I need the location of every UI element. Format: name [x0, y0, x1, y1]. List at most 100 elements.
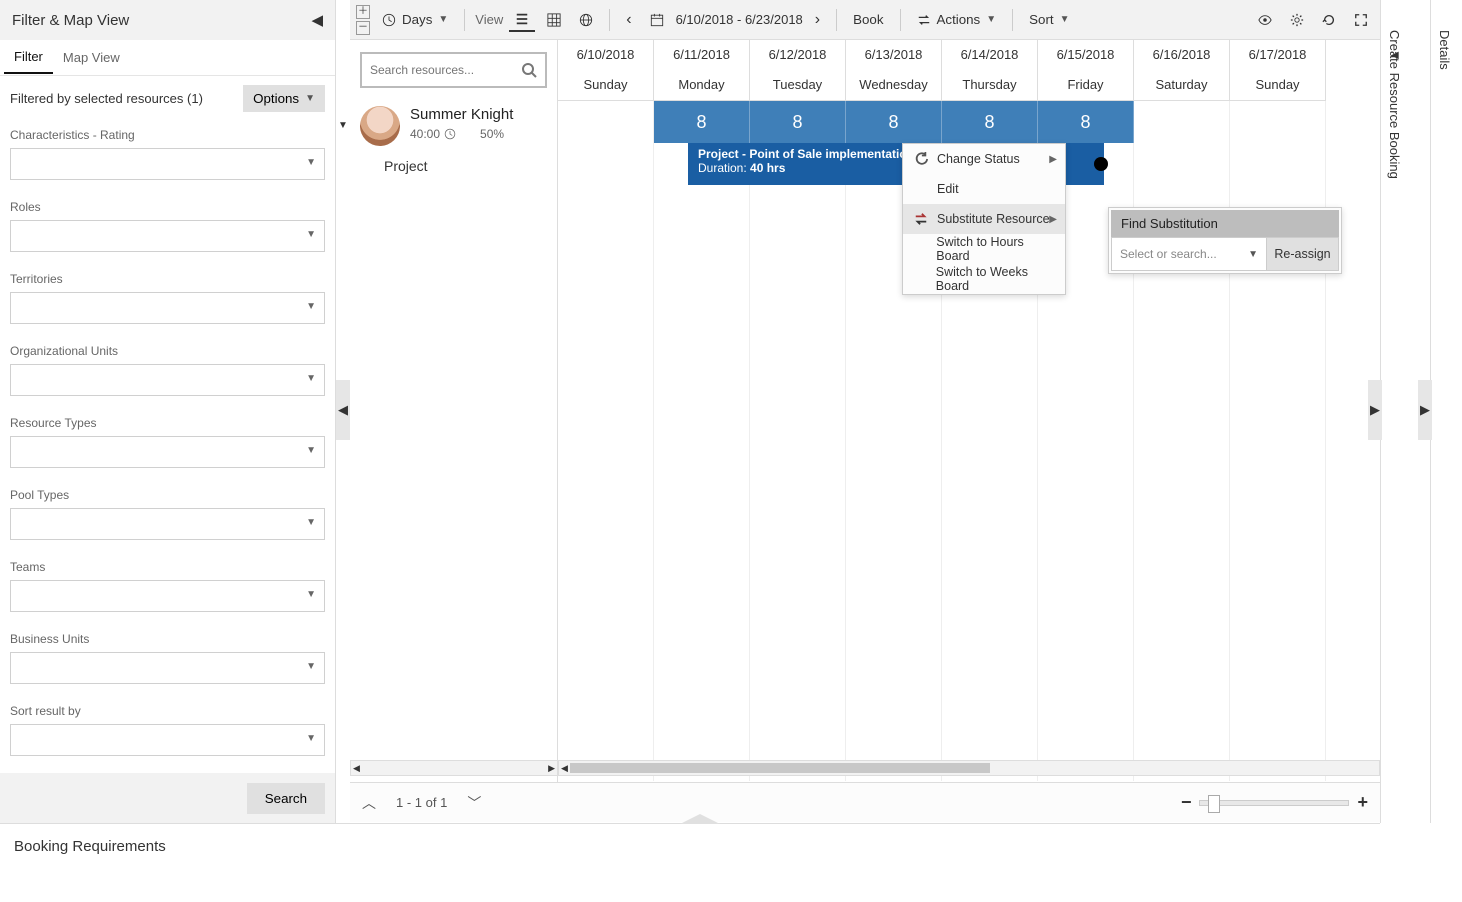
- fullscreen-button[interactable]: [1348, 9, 1374, 31]
- eye-icon: [1258, 13, 1272, 27]
- search-icon[interactable]: [521, 62, 537, 78]
- col-date: 6/12/2018: [750, 40, 845, 70]
- roles-select[interactable]: [10, 220, 325, 252]
- territories-select[interactable]: [10, 292, 325, 324]
- resource-info: Summer Knight 40:00 50%: [410, 106, 513, 141]
- filter-panel-title: Filter & Map View: [12, 12, 129, 29]
- right-collapse-handle-2[interactable]: ▶: [1418, 380, 1432, 440]
- menu-change-status[interactable]: Change Status ▶: [903, 144, 1065, 174]
- menu-switch-hours[interactable]: Switch to Hours Board: [903, 234, 1065, 264]
- collapse-all-icon[interactable]: －: [356, 21, 370, 35]
- pool-types-select[interactable]: [10, 508, 325, 540]
- book-button[interactable]: Book: [847, 8, 889, 31]
- view-map-button[interactable]: [573, 9, 599, 31]
- visibility-button[interactable]: [1252, 9, 1278, 31]
- sort-dropdown[interactable]: Sort ▼: [1023, 8, 1075, 31]
- separator: [1012, 9, 1013, 31]
- settings-button[interactable]: [1284, 9, 1310, 31]
- col-dow: Wednesday: [846, 70, 941, 100]
- schedule-sheet: ▼ Summer Knight 40:00 50% Project: [350, 40, 1380, 782]
- col-dow: Monday: [654, 70, 749, 100]
- create-booking-panel-collapsed[interactable]: ◀ Create Resource Booking: [1380, 0, 1412, 823]
- zoom-slider[interactable]: [1199, 800, 1349, 806]
- filter-label: Organizational Units: [10, 344, 325, 358]
- booking-duration-label: Duration:: [698, 161, 750, 175]
- substitute-select[interactable]: Select or search... ▼: [1111, 237, 1267, 271]
- left-collapse-handle[interactable]: ◀: [336, 380, 350, 440]
- tab-filter[interactable]: Filter: [4, 41, 53, 74]
- right-collapse-handle-1[interactable]: ▶: [1368, 380, 1382, 440]
- nav-prev-button[interactable]: ‹: [620, 7, 637, 33]
- menu-edit[interactable]: Edit: [903, 174, 1065, 204]
- col-dow: Thursday: [942, 70, 1037, 100]
- zoom-out-icon[interactable]: −: [1181, 792, 1192, 813]
- resource-hscroll[interactable]: ◀▶: [350, 760, 558, 776]
- sheet-footer: ︿ 1 - 1 of 1 ﹀ − +: [350, 782, 1380, 822]
- allocation-cell[interactable]: 8: [750, 101, 846, 143]
- view-list-button[interactable]: [509, 8, 535, 32]
- resource-row[interactable]: ▼ Summer Knight 40:00 50%: [350, 100, 557, 152]
- time-scale-label: Days: [402, 12, 432, 27]
- calendar-hscroll[interactable]: ◀: [558, 760, 1380, 776]
- options-button[interactable]: Options ▼: [243, 85, 325, 112]
- chevron-right-icon: ▶: [1049, 154, 1057, 165]
- board-toolbar: ＋ － Days ▼ View ‹ 6/10/2018 - 6/23/2018 …: [350, 0, 1380, 40]
- expand-icon: [1354, 13, 1368, 27]
- refresh-icon: [1322, 13, 1336, 27]
- search-input[interactable]: [370, 63, 510, 77]
- booking-handle[interactable]: [1094, 157, 1108, 171]
- time-scale-dropdown[interactable]: Days ▼: [376, 8, 454, 31]
- resource-utilization: 50%: [480, 127, 504, 141]
- filter-label: Roles: [10, 200, 325, 214]
- col-date: 6/11/2018: [654, 40, 749, 70]
- menu-substitute-resource[interactable]: Substitute Resource ▶: [903, 204, 1065, 234]
- context-menu: Change Status ▶ Edit Substitute Resource…: [902, 143, 1066, 295]
- list-icon: [515, 12, 529, 26]
- col-date: 6/14/2018: [942, 40, 1037, 70]
- refresh-button[interactable]: [1316, 9, 1342, 31]
- teams-select[interactable]: [10, 580, 325, 612]
- pager-next[interactable]: ﹀: [467, 793, 481, 813]
- view-label: View: [475, 12, 503, 27]
- scroll-thumb[interactable]: [570, 763, 990, 773]
- caret-down-icon: ▼: [1060, 14, 1070, 25]
- resource-types-select[interactable]: [10, 436, 325, 468]
- menu-switch-weeks[interactable]: Switch to Weeks Board: [903, 264, 1065, 294]
- separator: [836, 9, 837, 31]
- zoom-thumb[interactable]: [1208, 795, 1220, 813]
- filter-label: Territories: [10, 272, 325, 286]
- allocation-cell[interactable]: 8: [654, 101, 750, 143]
- tab-map-view[interactable]: Map View: [53, 42, 130, 73]
- nav-next-button[interactable]: ›: [809, 7, 826, 33]
- calendar-body[interactable]: 8 8 8 8 8 Project - Point of Sale implem…: [558, 101, 1380, 781]
- menu-label: Substitute Resource: [937, 212, 1050, 226]
- col-dow: Saturday: [1134, 70, 1229, 100]
- booking-requirements-bar[interactable]: Booking Requirements: [0, 823, 1380, 869]
- org-units-select[interactable]: [10, 364, 325, 396]
- col-dow: Sunday: [558, 70, 653, 100]
- characteristics-select[interactable]: [10, 148, 325, 180]
- allocation-cell[interactable]: 8: [846, 101, 942, 143]
- separator: [900, 9, 901, 31]
- expand-all-icon[interactable]: ＋: [356, 5, 370, 19]
- view-grid-button[interactable]: [541, 9, 567, 31]
- caret-down-icon: ▼: [438, 14, 448, 25]
- date-picker-button[interactable]: [644, 9, 670, 31]
- col-dow: Tuesday: [750, 70, 845, 100]
- allocation-cell[interactable]: 8: [942, 101, 1038, 143]
- details-panel-collapsed[interactable]: Details: [1430, 0, 1462, 823]
- filter-footer: Search: [0, 773, 335, 823]
- col-date: 6/17/2018: [1230, 40, 1325, 70]
- actions-dropdown[interactable]: Actions ▼: [911, 8, 1003, 31]
- business-units-select[interactable]: [10, 652, 325, 684]
- search-button[interactable]: Search: [247, 783, 325, 814]
- caret-down-icon[interactable]: ▼: [338, 120, 348, 131]
- reassign-button[interactable]: Re-assign: [1267, 237, 1339, 271]
- collapse-left-icon[interactable]: ◀: [311, 11, 323, 29]
- pager-text: 1 - 1 of 1: [396, 795, 447, 810]
- pager-prev[interactable]: ︿: [362, 793, 376, 813]
- sort-result-select[interactable]: [10, 724, 325, 756]
- swap-icon: [917, 13, 931, 27]
- allocation-cell[interactable]: 8: [1038, 101, 1134, 143]
- zoom-in-icon[interactable]: +: [1357, 792, 1368, 813]
